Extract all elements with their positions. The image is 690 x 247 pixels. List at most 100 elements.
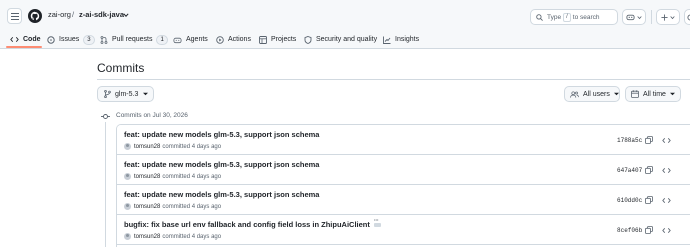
chevron-down-icon[interactable] — [123, 12, 129, 18]
repo-link[interactable]: z-ai-sdk-java — [79, 10, 124, 19]
caret-down-icon — [669, 92, 675, 96]
commit-meta: tomsun28 committed 4 days ago — [124, 143, 221, 150]
shield-icon — [304, 35, 312, 44]
tab-label: Actions — [228, 36, 251, 43]
commit-author[interactable]: tomsun28 — [134, 204, 160, 210]
repo-header: zai-org / z-ai-sdk-java Type / to search — [0, 0, 690, 49]
expand-message-button[interactable] — [373, 218, 381, 227]
time-filter[interactable]: All time — [625, 86, 681, 102]
time-filter-label: All time — [643, 90, 666, 98]
copy-sha-button[interactable] — [644, 195, 654, 205]
title-divider — [97, 79, 690, 80]
pull-request-icon — [100, 35, 108, 44]
issue-icon — [686, 13, 690, 21]
commit-sha-link[interactable]: 8cef06b — [617, 227, 642, 234]
avatar[interactable] — [124, 143, 131, 150]
commit-author[interactable]: tomsun28 — [134, 234, 160, 240]
github-logo-icon[interactable] — [28, 9, 42, 23]
commit-sha-link[interactable]: 610dd0c — [617, 197, 642, 204]
code-icon — [661, 167, 671, 173]
code-icon — [661, 137, 671, 143]
commit-list: feat: update new models glm-5.3, support… — [116, 124, 690, 247]
commit-message-link[interactable]: bugfix: fix base url env fallback and co… — [124, 218, 381, 229]
copy-sha-button[interactable] — [644, 225, 654, 235]
issues-shortcut-button[interactable] — [684, 9, 690, 25]
commit-message-link[interactable]: feat: update new models glm-5.3, support… — [124, 160, 319, 169]
commit-group-date: Commits on Jul 30, 2026 — [116, 112, 188, 119]
tab-label: Issues — [59, 36, 80, 43]
search-input[interactable]: Type / to search — [530, 9, 618, 25]
tab-label: Projects — [271, 36, 297, 43]
code-icon — [661, 227, 671, 233]
tab-security-and-quality[interactable]: Security and quality — [304, 30, 377, 49]
tab-actions[interactable]: Actions — [216, 30, 251, 49]
avatar[interactable] — [124, 173, 131, 180]
browse-repo-button[interactable] — [661, 165, 671, 175]
copy-icon — [645, 196, 653, 204]
plus-icon — [661, 13, 668, 21]
browse-repo-button[interactable] — [661, 225, 671, 235]
search-suffix: to search — [572, 13, 600, 21]
commit-sha-link[interactable]: 647a407 — [617, 167, 642, 174]
path-separator: / — [72, 10, 75, 19]
commit-author[interactable]: tomsun28 — [134, 174, 160, 180]
tab-agents[interactable]: Agents — [173, 30, 208, 49]
browse-repo-button[interactable] — [661, 195, 671, 205]
commit-row: feat: update new models glm-5.3, support… — [117, 155, 690, 185]
code-icon — [10, 37, 19, 42]
commit-message-link[interactable]: feat: update new models glm-5.3, support… — [124, 190, 319, 199]
commit-meta: tomsun28 committed 4 days ago — [124, 233, 221, 240]
commit-message-link[interactable]: feat: update new models glm-5.3, support… — [124, 130, 319, 139]
avatar[interactable] — [124, 233, 131, 240]
tab-pull-requests[interactable]: Pull requests 1 — [100, 30, 168, 49]
search-icon — [536, 13, 543, 21]
repo-tabs: Code Issues 3 Pull requests 1 Agents Act… — [0, 30, 690, 49]
tab-projects[interactable]: Projects — [259, 30, 296, 49]
issues-counter: 3 — [83, 34, 95, 45]
code-icon — [661, 197, 671, 203]
commit-author[interactable]: tomsun28 — [134, 144, 160, 150]
avatar[interactable] — [124, 203, 131, 210]
copy-icon — [645, 226, 653, 234]
tab-issues[interactable]: Issues 3 — [47, 30, 95, 49]
copy-icon — [645, 136, 653, 144]
commit-time: 4 days ago — [191, 233, 222, 240]
search-prefix: Type — [547, 13, 562, 21]
browse-repo-button[interactable] — [661, 135, 671, 145]
hamburger-icon — [10, 12, 19, 20]
tab-label: Pull requests — [112, 36, 153, 43]
commit-row: bugfix: fix base url env fallback and co… — [117, 215, 690, 245]
chevron-down-icon — [670, 15, 675, 19]
timeline-line — [105, 122, 106, 247]
commit-time: 4 days ago — [191, 203, 222, 210]
branch-selector[interactable]: glm-5.3 — [97, 86, 154, 102]
users-filter-label: All users — [583, 90, 610, 98]
create-new-button[interactable] — [656, 9, 680, 25]
commit-row: feat: update new models glm-5.3, support… — [117, 125, 690, 155]
active-tab-underline — [6, 46, 42, 48]
issue-icon — [47, 35, 55, 44]
people-icon — [570, 90, 579, 98]
copy-icon — [645, 166, 653, 174]
tab-insights[interactable]: Insights — [383, 30, 419, 49]
copilot-button[interactable] — [622, 9, 646, 25]
hamburger-menu-button[interactable] — [7, 8, 22, 24]
copilot-icon — [626, 14, 635, 21]
org-link[interactable]: zai-org — [48, 10, 71, 19]
calendar-icon — [631, 90, 639, 98]
graph-icon — [383, 36, 391, 44]
tab-label: Code — [23, 36, 41, 43]
commit-action: committed — [162, 203, 191, 210]
commit-meta: tomsun28 committed 4 days ago — [124, 173, 221, 180]
pull-requests-counter: 1 — [156, 34, 168, 45]
users-filter[interactable]: All users — [564, 86, 620, 102]
copy-sha-button[interactable] — [644, 165, 654, 175]
tab-label: Insights — [395, 36, 420, 43]
table-icon — [259, 35, 267, 44]
commit-message: feat: update new models glm-5.3, support… — [124, 160, 320, 169]
copy-sha-button[interactable] — [644, 135, 654, 145]
commit-time: 4 days ago — [191, 173, 222, 180]
commit-sha-link[interactable]: 1788a5c — [617, 137, 642, 144]
commit-meta: tomsun28 committed 4 days ago — [124, 203, 221, 210]
commit-message: feat: update new models glm-5.3, support… — [124, 190, 320, 199]
